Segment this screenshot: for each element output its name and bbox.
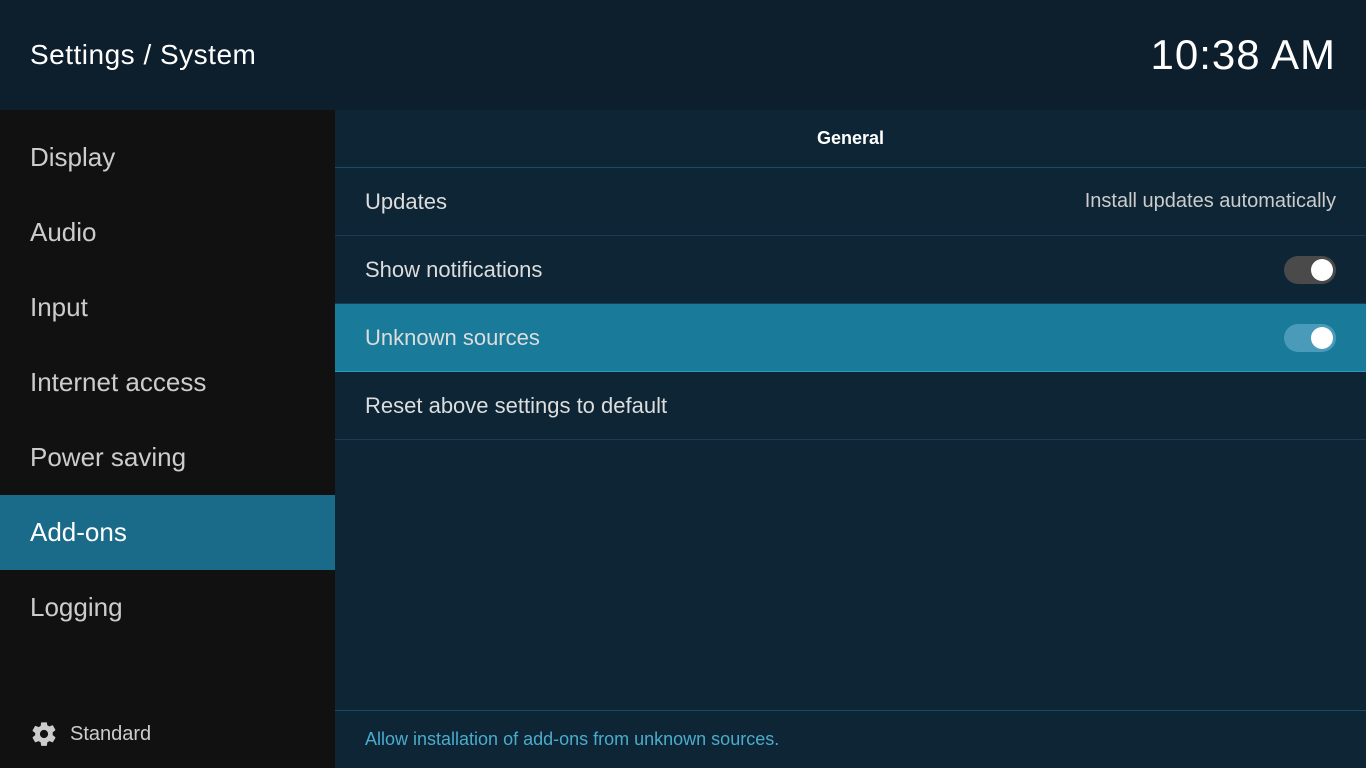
settings-row-reset[interactable]: Reset above settings to default <box>335 372 1366 440</box>
section-header: General <box>335 110 1366 168</box>
sidebar-footer: Standard <box>0 700 335 768</box>
unknown-sources-label: Unknown sources <box>365 325 540 351</box>
main-layout: Display Audio Input Internet access Powe… <box>0 110 1366 768</box>
settings-list: Updates Install updates automatically Sh… <box>335 168 1366 710</box>
settings-level-label: Standard <box>70 723 151 746</box>
sidebar-item-internet-access[interactable]: Internet access <box>0 345 335 420</box>
settings-row-show-notifications[interactable]: Show notifications <box>335 236 1366 304</box>
sidebar-item-display[interactable]: Display <box>0 120 335 195</box>
sidebar-item-logging[interactable]: Logging <box>0 570 335 645</box>
sidebar-item-input[interactable]: Input <box>0 270 335 345</box>
content-area: General Updates Install updates automati… <box>335 110 1366 768</box>
reset-label: Reset above settings to default <box>365 393 667 419</box>
sidebar-item-audio[interactable]: Audio <box>0 195 335 270</box>
gear-icon <box>30 720 58 748</box>
sidebar-item-power-saving[interactable]: Power saving <box>0 420 335 495</box>
status-bar: Allow installation of add-ons from unkno… <box>335 710 1366 768</box>
sidebar-nav: Display Audio Input Internet access Powe… <box>0 110 335 700</box>
sidebar-item-add-ons[interactable]: Add-ons <box>0 495 335 570</box>
show-notifications-toggle[interactable] <box>1284 256 1336 284</box>
show-notifications-label: Show notifications <box>365 257 542 283</box>
toggle-knob <box>1311 259 1333 281</box>
unknown-sources-toggle[interactable] <box>1284 324 1336 352</box>
hint-text: Allow installation of add-ons from unkno… <box>365 729 779 749</box>
toggle-knob-2 <box>1311 327 1333 349</box>
clock: 10:38 AM <box>1151 31 1336 79</box>
updates-label: Updates <box>365 189 447 215</box>
updates-value: Install updates automatically <box>1085 190 1336 213</box>
page-title: Settings / System <box>30 39 256 71</box>
settings-row-updates[interactable]: Updates Install updates automatically <box>335 168 1366 236</box>
sidebar: Display Audio Input Internet access Powe… <box>0 110 335 768</box>
settings-row-unknown-sources[interactable]: Unknown sources <box>335 304 1366 372</box>
header: Settings / System 10:38 AM <box>0 0 1366 110</box>
